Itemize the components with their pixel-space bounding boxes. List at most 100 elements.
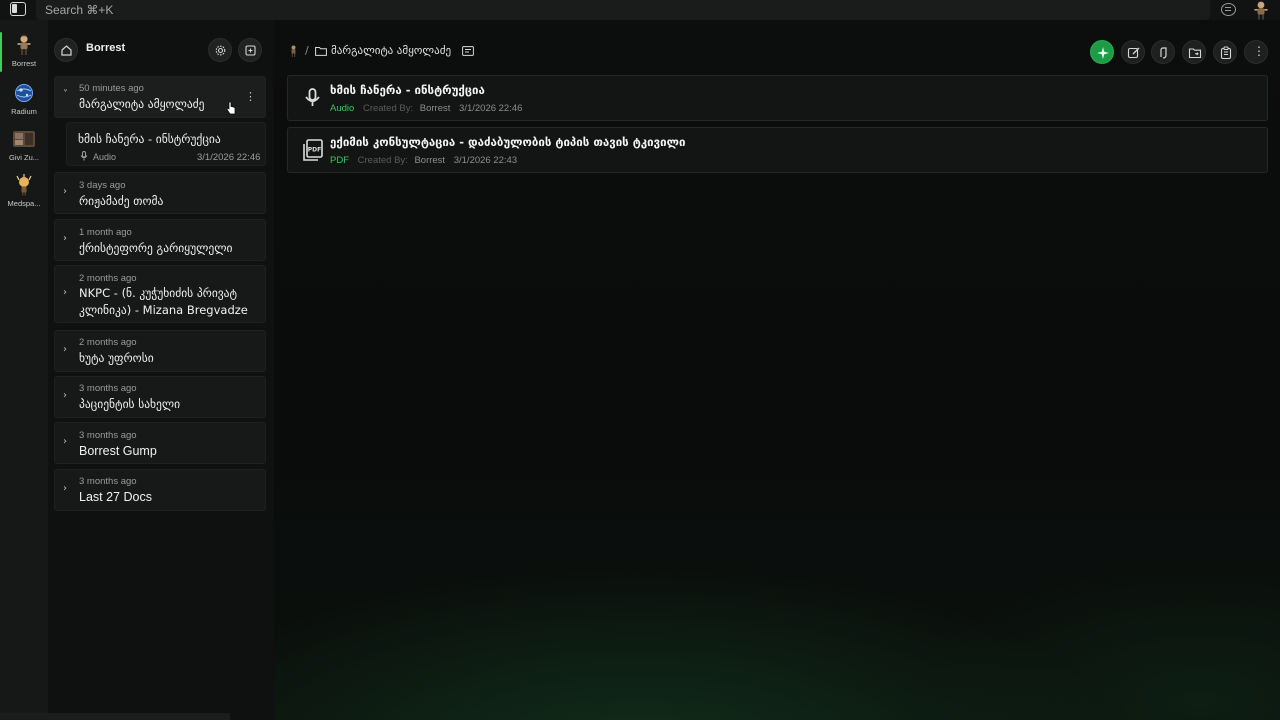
workspace-avatar-icon[interactable] [288, 45, 299, 57]
breadcrumb-separator: / [305, 44, 309, 57]
file-meta: PDF Created By: Borrest 3/1/2026 22:43 [330, 155, 517, 166]
document-time: 3 months ago [79, 476, 137, 487]
document-sidebar: Borrest ˅ 50 minutes ago მარგალიტა ამყოლ… [48, 20, 274, 720]
sparkle-icon [1097, 47, 1109, 59]
link-icon [1160, 47, 1167, 59]
file-date: 3/1/2026 22:43 [453, 155, 518, 166]
pdf-icon: PDF [303, 139, 323, 161]
file-row[interactable]: PDF ექიმის კონსულტაცია - დაძაბულობის ტიპ… [287, 127, 1268, 173]
document-item[interactable]: › 3 days ago რიჟამაძე თომა [54, 172, 266, 214]
child-document-date: 3/1/2026 22:46 [197, 152, 261, 163]
workspace-label: Givi Zu... [8, 153, 39, 162]
home-icon [61, 45, 72, 56]
workspace-title: Borrest [86, 42, 126, 54]
document-name: რიჟამაძე თომა [79, 194, 164, 208]
chevron-right-icon[interactable]: › [63, 390, 67, 401]
character-avatar-icon [17, 34, 31, 55]
document-time: 1 month ago [79, 227, 132, 238]
home-button[interactable] [54, 38, 78, 62]
child-document-name: ხმის ჩანერა - ინსტრუქცია [78, 132, 221, 146]
workspace-label: Borrest [11, 59, 37, 68]
edit-icon [1127, 47, 1140, 59]
file-author: Borrest [414, 155, 446, 166]
document-item[interactable]: › 2 months ago NKPC - (ნ. კუჭუხიძის პრივ… [54, 265, 266, 323]
link-status-bar [0, 713, 230, 720]
workspace-givi[interactable]: Givi Zu... [0, 128, 48, 174]
pointer-cursor-icon [226, 101, 236, 115]
document-item[interactable]: › 1 month ago ქრისტეფორე გარიყულელი [54, 219, 266, 261]
settings-button[interactable] [208, 38, 232, 62]
user-avatar-icon[interactable] [1251, 0, 1271, 20]
document-item[interactable]: › 3 months ago Last 27 Docs [54, 469, 266, 511]
document-item[interactable]: › 2 months ago ხუტა უფროსი [54, 330, 266, 372]
gear-icon [215, 45, 226, 56]
breadcrumb-folder-name[interactable]: მარგალიტა ამყოლაძე [331, 42, 451, 60]
svg-text:PDF: PDF [308, 147, 321, 154]
more-vertical-icon: ⋮ [1253, 44, 1265, 58]
chevron-right-icon[interactable]: › [63, 436, 67, 447]
chevron-right-icon[interactable]: › [63, 186, 67, 197]
chevron-right-icon[interactable]: › [63, 483, 67, 494]
file-author: Borrest [419, 103, 451, 114]
document-time: 3 months ago [79, 430, 137, 441]
child-document-type: Audio [93, 152, 117, 162]
workspace-radium[interactable]: Radium [0, 82, 48, 128]
workspace-label: Medspa... [7, 199, 41, 208]
search-input[interactable]: Search ⌘+K [36, 0, 1210, 20]
document-item[interactable]: › 3 months ago პაციენტის სახელი [54, 376, 266, 418]
rename-icon[interactable] [462, 46, 474, 56]
more-options-icon[interactable]: ⋮ [245, 91, 256, 102]
radium-globe-icon [15, 84, 33, 102]
created-by-label: Created By: [357, 155, 408, 166]
document-name: Borrest Gump [79, 444, 157, 458]
add-document-icon [245, 45, 256, 56]
chevron-down-icon[interactable]: ˅ [63, 89, 68, 100]
document-name: Last 27 Docs [79, 490, 152, 504]
ai-assistant-button[interactable] [1090, 40, 1114, 64]
more-menu-button[interactable]: ⋮ [1244, 40, 1268, 64]
document-name: ქრისტეფორე გარიყულელი [79, 241, 233, 255]
file-title: ხმის ჩანერა - ინსტრუქცია [330, 83, 485, 97]
givi-photo-icon [13, 131, 35, 147]
file-title: ექიმის კონსულტაცია - დაძაბულობის ტიპის თ… [330, 135, 686, 149]
file-date: 3/1/2026 22:46 [459, 103, 523, 114]
record-audio-button[interactable] [1151, 40, 1175, 64]
chevron-right-icon[interactable]: › [63, 287, 67, 298]
document-time: 3 days ago [79, 180, 126, 191]
folder-move-icon [1188, 48, 1202, 59]
chevron-right-icon[interactable]: › [63, 233, 67, 244]
microphone-icon [305, 88, 320, 106]
file-row[interactable]: ხმის ჩანერა - ინსტრუქცია Audio Created B… [287, 75, 1268, 121]
workspace-borrest[interactable]: Borrest [0, 34, 48, 80]
document-time: 2 months ago [79, 337, 137, 348]
chevron-right-icon[interactable]: › [63, 344, 67, 355]
sidebar-toggle-icon[interactable] [10, 2, 26, 16]
created-by-label: Created By: [362, 103, 414, 114]
sidebar-header: Borrest [48, 20, 274, 72]
workspace-medspa[interactable]: Medspa... [0, 174, 48, 220]
document-time: 2 months ago [79, 273, 137, 284]
workspace-label: Radium [11, 107, 37, 116]
document-name: პაციენტის სახელი [79, 397, 181, 411]
clipboard-icon [1220, 46, 1232, 60]
workspace-rail: Borrest Radium Givi Zu... Medspa... [0, 20, 48, 720]
document-item-expanded[interactable]: ˅ 50 minutes ago მარგალიტა ამყოლაძე ⋮ [54, 76, 266, 118]
folder-icon [315, 47, 327, 56]
document-time: 3 months ago [79, 383, 137, 394]
file-type: Audio [330, 103, 355, 114]
move-to-folder-button[interactable] [1182, 40, 1206, 64]
document-name: NKPC - (ნ. კუჭუხიძის პრივატ კლინიკა) - M… [79, 286, 248, 317]
chat-icon[interactable] [1221, 3, 1236, 16]
document-name: ხუტა უფროსი [79, 351, 154, 365]
document-time: 50 minutes ago [79, 83, 144, 94]
top-bar: Search ⌘+K [0, 0, 1280, 20]
file-meta: Audio Created By: Borrest 3/1/2026 22:46 [330, 103, 522, 114]
microphone-icon [80, 151, 88, 161]
edit-button[interactable] [1121, 40, 1145, 64]
document-item[interactable]: › 3 months ago Borrest Gump [54, 422, 266, 464]
medspa-avatar-icon [16, 174, 32, 196]
new-document-button[interactable] [238, 38, 262, 62]
child-document-item[interactable]: ხმის ჩანერა - ინსტრუქცია Audio 3/1/2026 … [66, 122, 266, 166]
file-type: PDF [330, 155, 349, 166]
copy-button[interactable] [1213, 40, 1237, 64]
